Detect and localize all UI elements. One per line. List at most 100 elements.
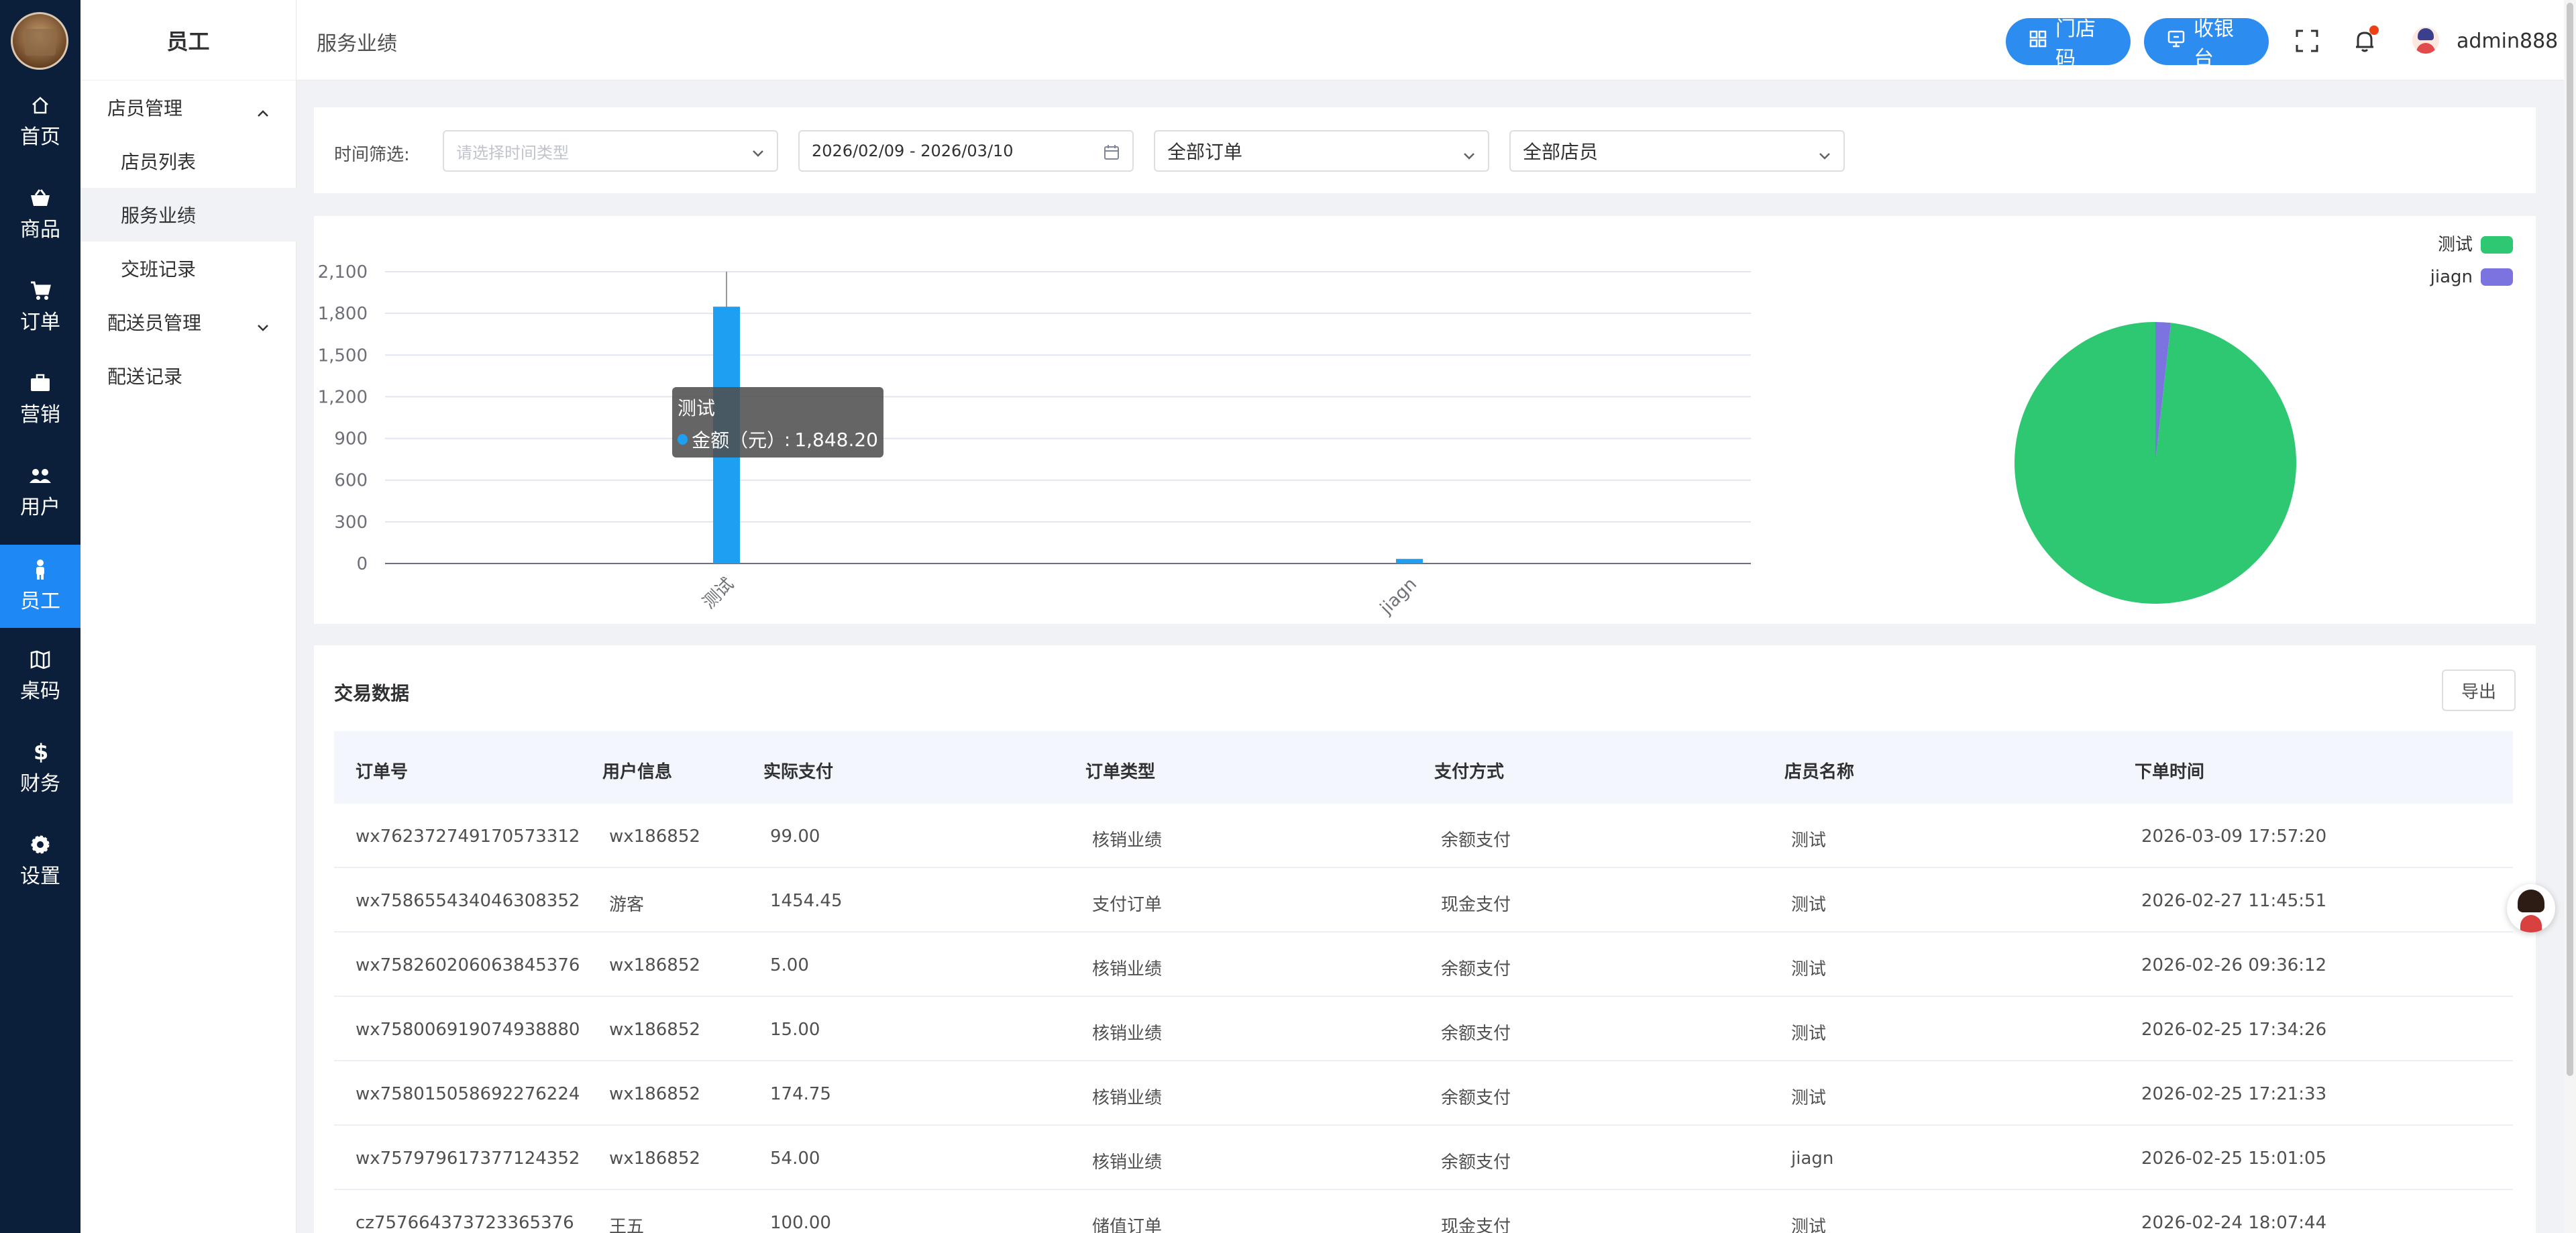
rail-item-table-code[interactable]: 桌码 bbox=[0, 639, 80, 714]
table-cell: wx762372749170573312 bbox=[356, 826, 580, 847]
filter-bar: 时间筛选: 请选择时间类型 2026/02/09 - 2026/03/10 全部… bbox=[314, 107, 2536, 193]
chart-tooltip: 测试 金额（元） : 1,848.20 bbox=[672, 387, 883, 458]
table-cell: 100.00 bbox=[770, 1213, 831, 1233]
transaction-card: 交易数据 导出 订单号 用户信息 实际支付 订单类型 支付方式 店员名称 下单时… bbox=[314, 645, 2536, 1233]
table-cell: wx757979617377124352 bbox=[356, 1148, 580, 1169]
rail-item-marketing[interactable]: 营销 bbox=[0, 362, 80, 437]
rail-item-label: 首页 bbox=[20, 125, 60, 149]
tooltip-row: 金额（元） : 1,848.20 bbox=[678, 426, 878, 453]
table-cell: 2026-02-26 09:36:12 bbox=[2141, 955, 2327, 975]
column-header-order-no: 订单号 bbox=[356, 762, 409, 782]
users-icon bbox=[29, 465, 52, 486]
rail-item-label: 员工 bbox=[20, 590, 60, 613]
table-cell: 99.00 bbox=[770, 826, 820, 847]
table-cell: 核销业绩 bbox=[1092, 830, 1163, 851]
table-cell: wx186852 bbox=[609, 1084, 700, 1104]
export-button[interactable]: 导出 bbox=[2442, 669, 2516, 711]
sub-menu: 员工 店员管理 店员列表 服务业绩 交班记录 配送员管理 配送记录 bbox=[80, 0, 297, 1233]
rail-item-products[interactable]: 商品 bbox=[0, 177, 80, 252]
y-tick-label: 600 bbox=[334, 471, 368, 491]
cashier-button[interactable]: 收银台 bbox=[2144, 17, 2269, 70]
menu-item-shift-records[interactable]: 交班记录 bbox=[80, 242, 297, 295]
y-tick-label: 1,200 bbox=[318, 387, 368, 407]
rail-item-label: 商品 bbox=[20, 218, 60, 242]
table-title: 交易数据 bbox=[334, 682, 410, 704]
rail-item-settings[interactable]: 设置 bbox=[0, 824, 80, 899]
table-cell: 余额支付 bbox=[1441, 959, 1511, 979]
chevron-down-icon bbox=[1818, 144, 1831, 166]
table-cell: wx186852 bbox=[609, 955, 700, 975]
column-header-staff: 店员名称 bbox=[1784, 762, 1855, 782]
fullscreen-icon[interactable] bbox=[2294, 28, 2320, 54]
basket-icon bbox=[29, 187, 52, 209]
rail-item-staff[interactable]: 员工 bbox=[0, 545, 80, 628]
table-cell: wx758015058692276224 bbox=[356, 1084, 580, 1104]
table-row[interactable]: wx758655434046308352 游客 1454.45 支付订单 现金支付 测试 2… bbox=[334, 868, 2513, 932]
table-row[interactable]: wx758260206063845376 wx186852 5.00 核销业绩 余额支付… bbox=[334, 932, 2513, 997]
order-type-select[interactable]: 全部订单 bbox=[1154, 130, 1489, 172]
home-icon bbox=[29, 95, 52, 116]
user-avatar[interactable] bbox=[2412, 27, 2439, 54]
y-tick-label: 900 bbox=[334, 429, 368, 449]
bell-icon[interactable] bbox=[2352, 25, 2379, 54]
menu-group-label: 配送员管理 bbox=[107, 312, 202, 334]
rail-item-users[interactable]: 用户 bbox=[0, 455, 80, 530]
menu-item-delivery-records[interactable]: 配送记录 bbox=[80, 349, 297, 403]
menu-group-clerk-management[interactable]: 店员管理 bbox=[80, 81, 297, 134]
order-type-value: 全部订单 bbox=[1167, 141, 1243, 163]
table-cell: 测试 bbox=[1791, 895, 1827, 915]
table-cell: 测试 bbox=[1791, 1024, 1827, 1044]
table-cell: 现金支付 bbox=[1441, 895, 1511, 915]
legend-swatch bbox=[2481, 268, 2513, 286]
table-cell: 测试 bbox=[1791, 1217, 1827, 1233]
table-row[interactable]: cz757664373723365376 王五 100.00 储值订单 现金支付 测试 20… bbox=[334, 1190, 2513, 1233]
staff-value: 全部店员 bbox=[1523, 141, 1599, 163]
table-cell: 174.75 bbox=[770, 1084, 831, 1104]
grid-icon bbox=[2029, 30, 2047, 54]
table-cell: cz757664373723365376 bbox=[356, 1213, 574, 1233]
staff-select[interactable]: 全部店员 bbox=[1509, 130, 1845, 172]
date-range-picker[interactable]: 2026/02/09 - 2026/03/10 bbox=[798, 130, 1134, 172]
table-cell: wx186852 bbox=[609, 826, 700, 847]
menu-item-service-performance[interactable]: 服务业绩 bbox=[80, 188, 297, 242]
table-cell: 2026-03-09 17:57:20 bbox=[2141, 826, 2327, 847]
username[interactable]: admin888 bbox=[2457, 30, 2558, 53]
column-header-paid: 实际支付 bbox=[763, 762, 834, 782]
scrollbar-thumb[interactable] bbox=[2567, 3, 2573, 1076]
table-cell: 1454.45 bbox=[770, 891, 843, 911]
table-cell: wx758655434046308352 bbox=[356, 891, 580, 911]
breadcrumb: 服务业绩 bbox=[317, 32, 397, 56]
pie-chart: 测试 jiagn bbox=[2015, 235, 2513, 604]
customer-service-avatar[interactable] bbox=[2507, 884, 2555, 932]
menu-item-clerk-list[interactable]: 店员列表 bbox=[80, 134, 297, 188]
series-dot-icon bbox=[678, 434, 688, 445]
table-cell: 测试 bbox=[1791, 830, 1827, 851]
store-code-button[interactable]: 门店码 bbox=[2006, 17, 2131, 70]
rail-item-orders[interactable]: 订单 bbox=[0, 270, 80, 345]
bar bbox=[1396, 559, 1423, 564]
table-cell: wx186852 bbox=[609, 1148, 700, 1169]
table-row[interactable]: wx757979617377124352 wx186852 54.00 核销业绩 余额支… bbox=[334, 1126, 2513, 1190]
table-cell: 54.00 bbox=[770, 1148, 820, 1169]
chevron-down-icon bbox=[1462, 144, 1476, 166]
rail-item-home[interactable]: 首页 bbox=[0, 85, 80, 160]
table-cell: 测试 bbox=[1791, 959, 1827, 979]
rail-item-label: 用户 bbox=[20, 496, 60, 519]
rail-item-finance[interactable]: $ 财务 bbox=[0, 731, 80, 806]
vertical-scrollbar[interactable] bbox=[2564, 0, 2576, 1233]
table-row[interactable]: wx762372749170573312 wx186852 99.00 核销业绩 余额支… bbox=[334, 804, 2513, 868]
column-header-user: 用户信息 bbox=[602, 762, 673, 782]
cashier-label: 收银台 bbox=[2194, 17, 2234, 70]
table-row[interactable]: wx758006919074938880 wx186852 15.00 核销业绩 余额支… bbox=[334, 997, 2513, 1061]
table-cell: 现金支付 bbox=[1441, 1217, 1511, 1233]
bar-chart: 0 300 600 900 1,200 1,500 1,800 2,100 测试 jiagn bbox=[318, 262, 1751, 619]
chart-card: 0 300 600 900 1,200 1,500 1,800 2,100 测试 jiagn 测试… bbox=[314, 216, 2536, 624]
menu-group-courier-management[interactable]: 配送员管理 bbox=[80, 295, 297, 349]
map-icon bbox=[29, 649, 52, 670]
x-tick-label: jiagn bbox=[1376, 574, 1421, 619]
table-row[interactable]: wx758015058692276224 wx186852 174.75 核销业绩 余额… bbox=[334, 1061, 2513, 1126]
time-type-select[interactable]: 请选择时间类型 bbox=[443, 130, 778, 172]
table-header: 订单号 用户信息 实际支付 订单类型 支付方式 店员名称 下单时间 bbox=[334, 731, 2513, 804]
sub-menu-title: 员工 bbox=[80, 0, 296, 81]
rail-item-label: 财务 bbox=[20, 772, 60, 796]
